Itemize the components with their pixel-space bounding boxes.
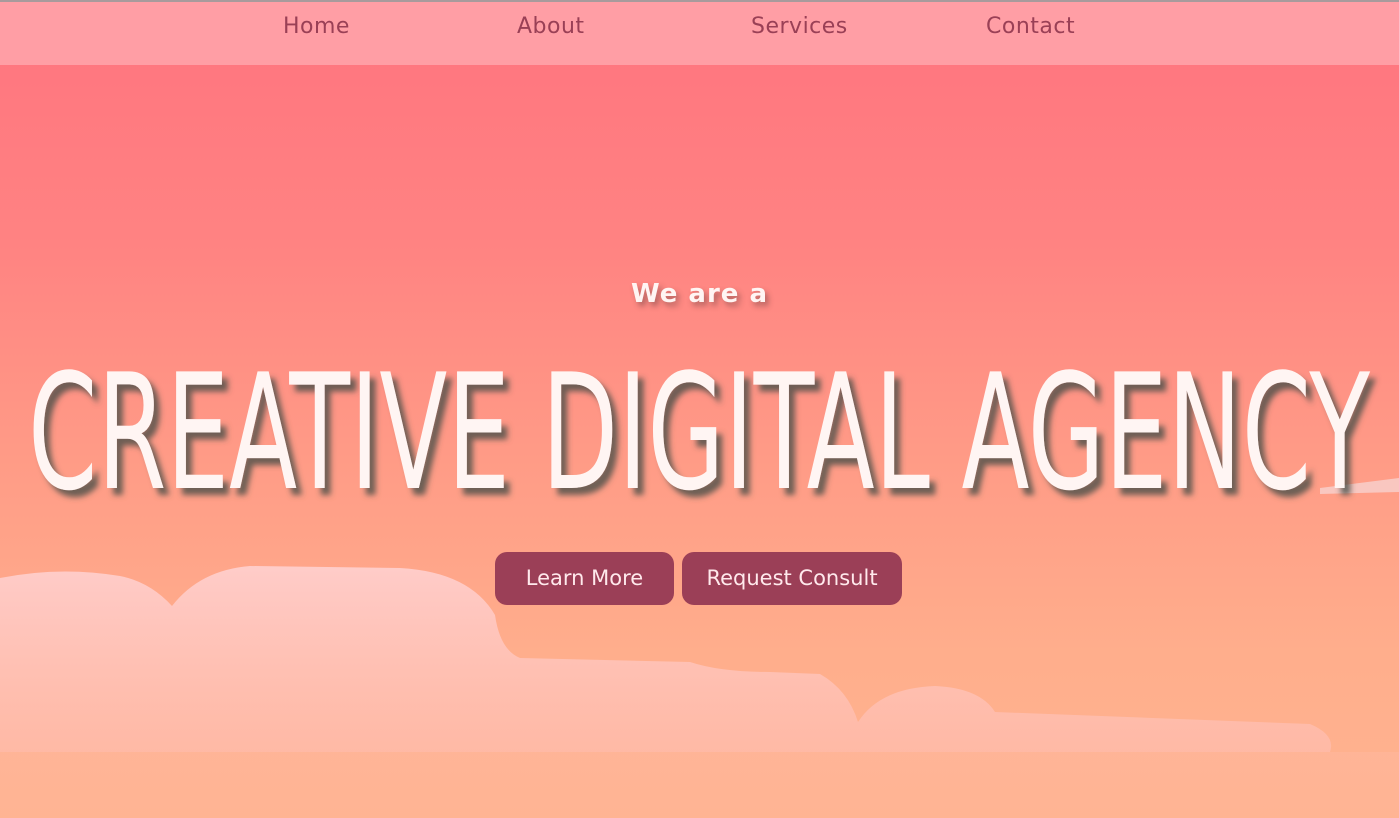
hero-title: CREATIVE DIGITAL AGENCY <box>28 339 1371 520</box>
hero-section: We are a CREATIVE DIGITAL AGENCY Learn M… <box>0 0 1399 818</box>
hero-subtitle: We are a <box>630 279 769 309</box>
nav-link-about[interactable]: About <box>517 14 585 39</box>
hero-title-text: CREATIVE DIGITAL AGENCY <box>28 339 1371 520</box>
nav-link-home[interactable]: Home <box>283 14 350 39</box>
nav-link-services[interactable]: Services <box>751 14 848 39</box>
navbar: Home About Services Contact <box>0 2 1399 65</box>
request-consult-button[interactable]: Request Consult <box>682 552 902 605</box>
learn-more-button[interactable]: Learn More <box>495 552 674 605</box>
cloud-band <box>0 752 1399 818</box>
nav-link-contact[interactable]: Contact <box>986 14 1075 39</box>
